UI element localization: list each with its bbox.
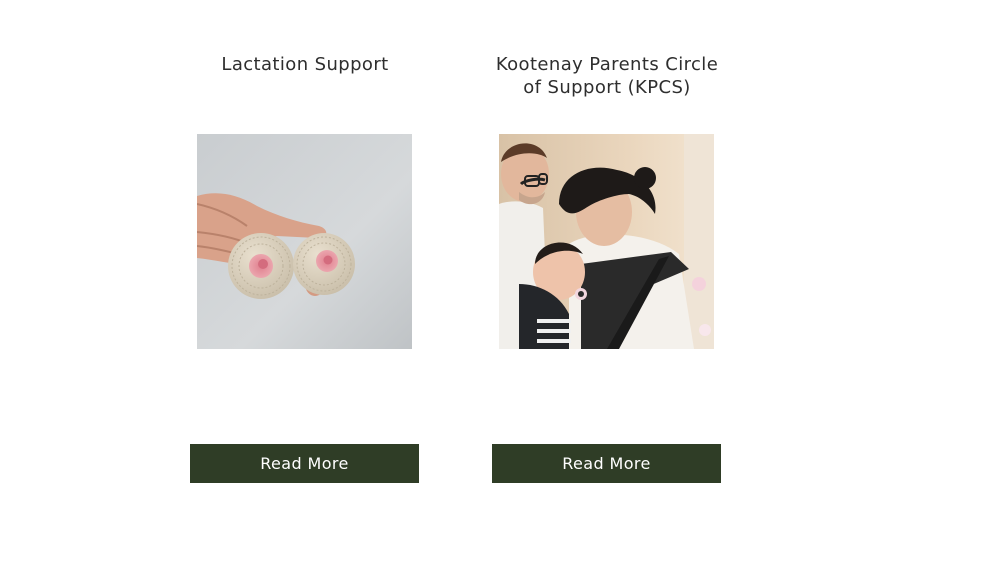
card-title: Kootenay Parents Circle of Support (KPCS… [495, 54, 719, 98]
card-kpcs: Kootenay Parents Circle of Support (KPCS… [492, 0, 722, 563]
card-title: Lactation Support [221, 54, 389, 75]
card-image-family[interactable] [499, 134, 714, 349]
card-image-crochet-breasts[interactable] [197, 134, 412, 349]
read-more-button[interactable]: Read More [492, 444, 721, 483]
card-lactation-support: Lactation Support Read More [190, 0, 420, 563]
read-more-button[interactable]: Read More [190, 444, 419, 483]
